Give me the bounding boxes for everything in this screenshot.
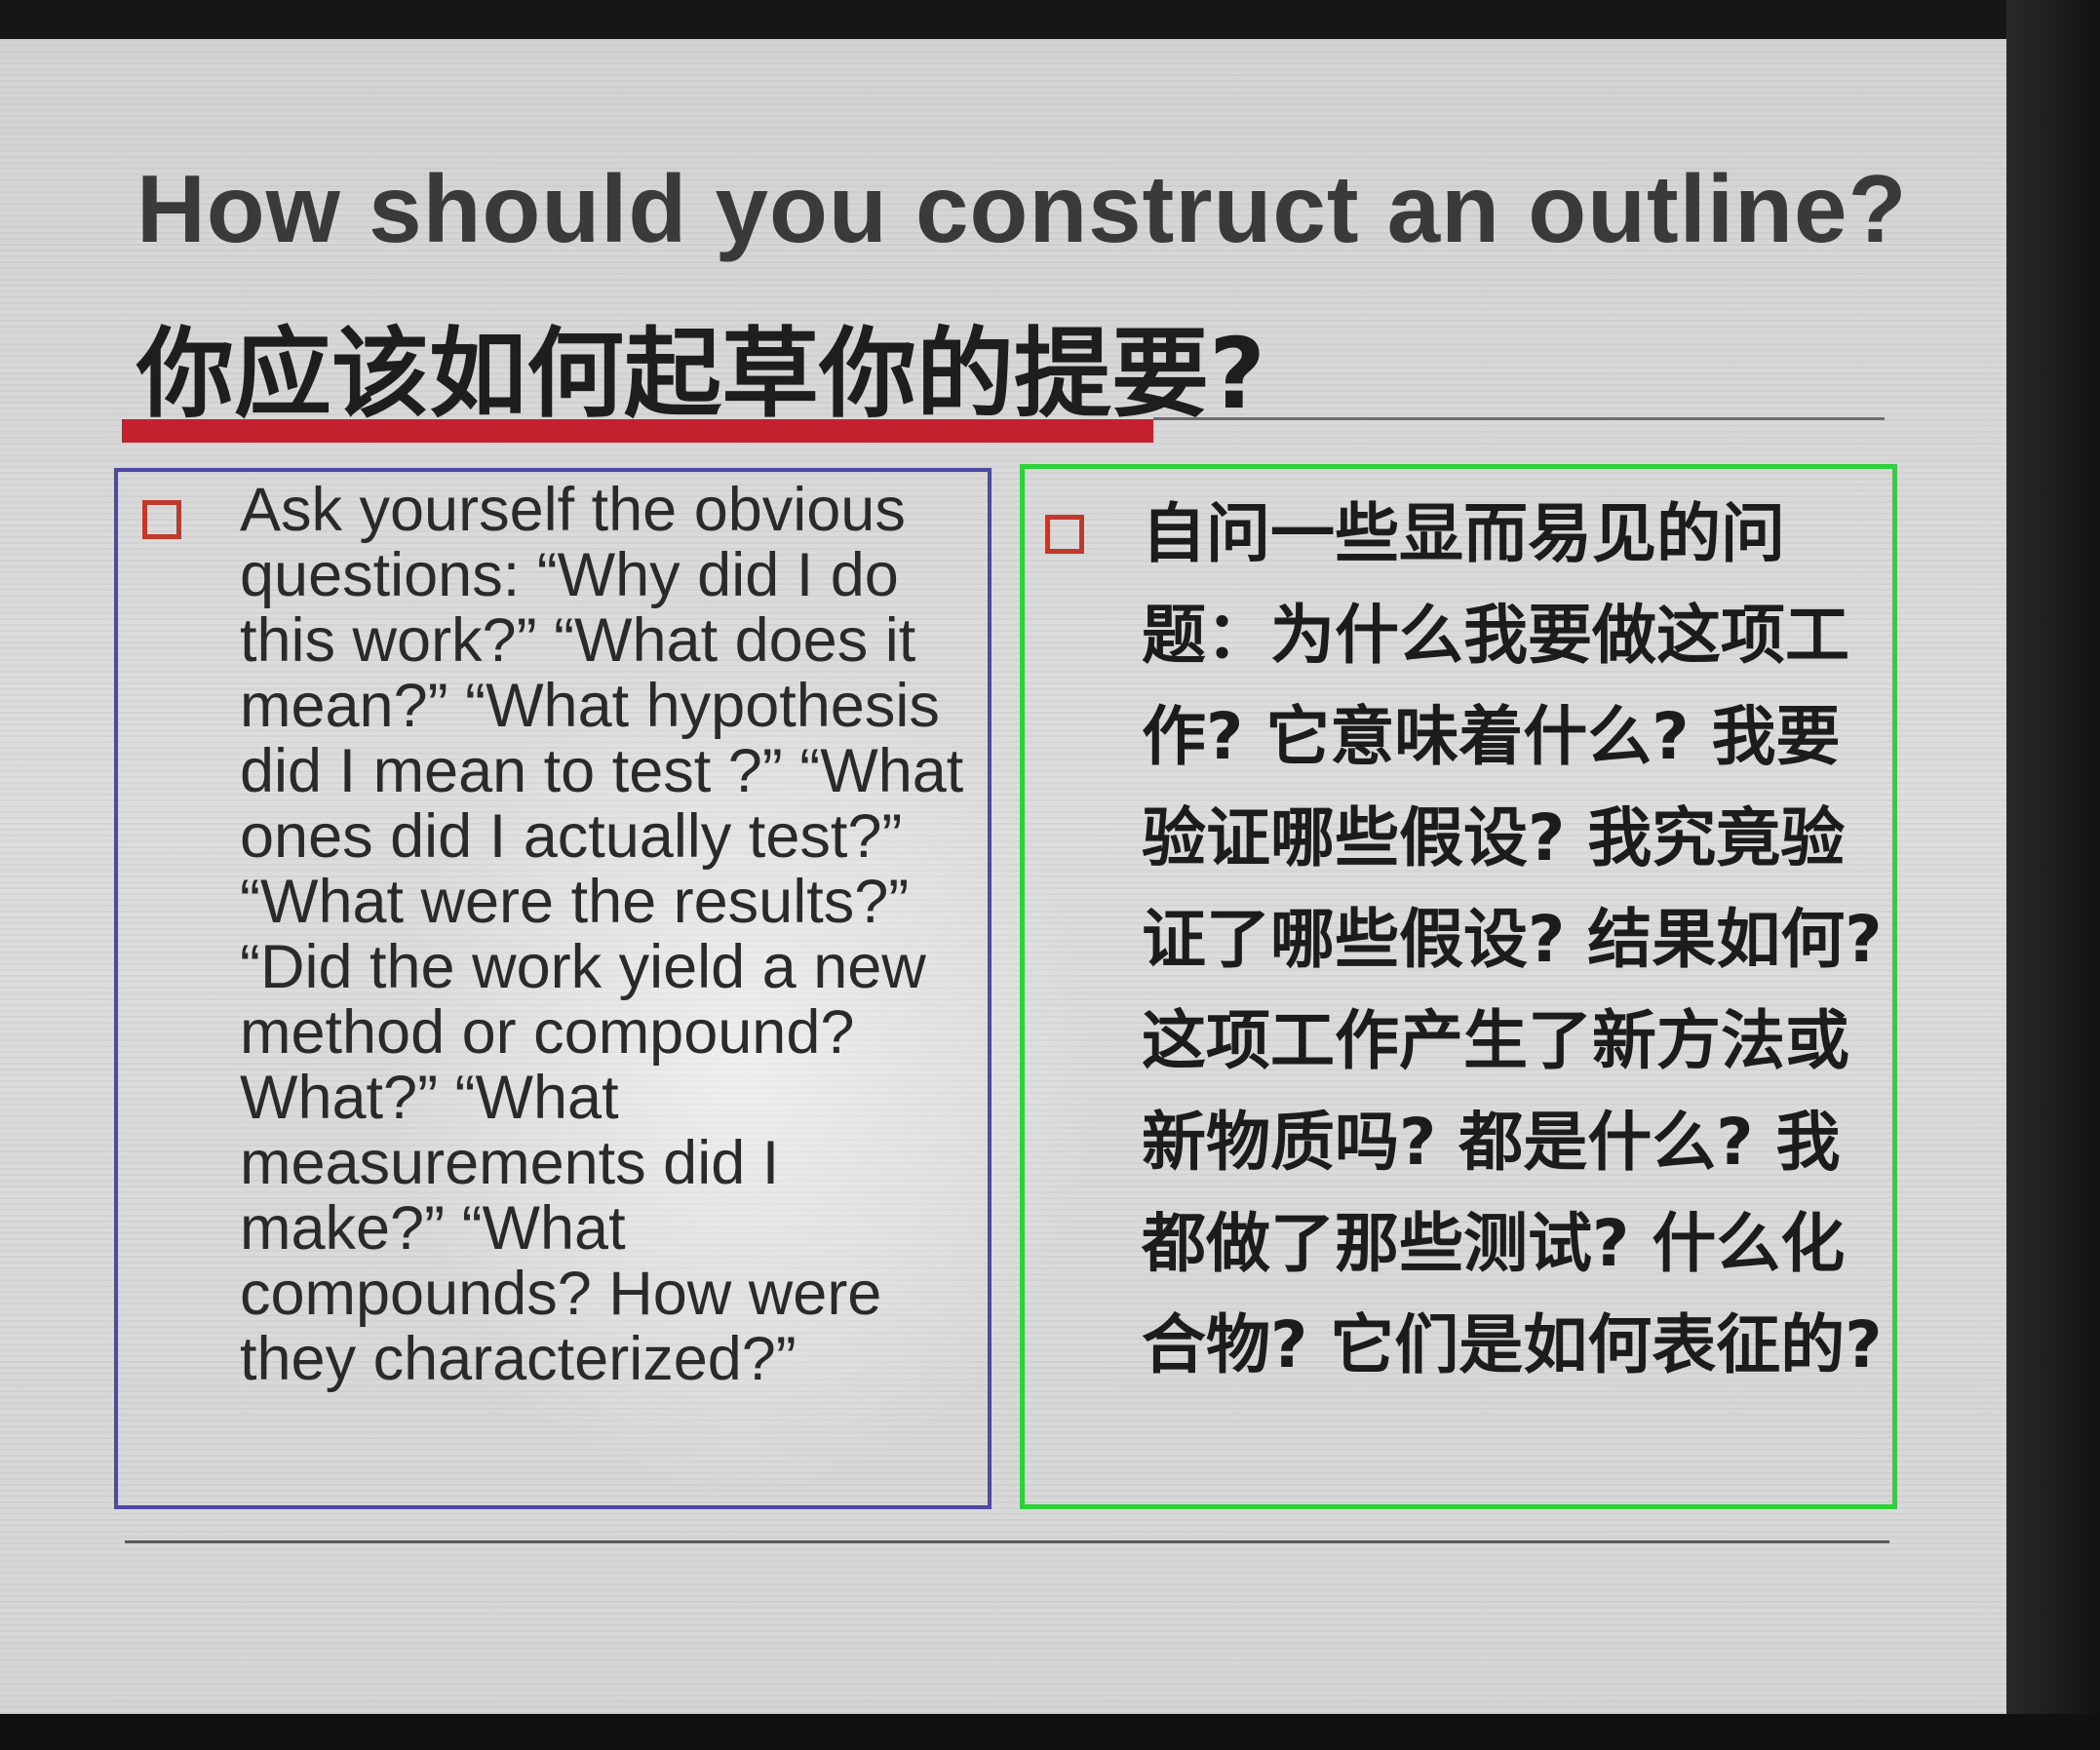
title-underline-gray bbox=[1153, 417, 1885, 420]
screen-right-frame bbox=[2006, 0, 2100, 1750]
english-questions-text: Ask yourself the obvious questions: “Why… bbox=[240, 476, 964, 1393]
screen-bottom-frame bbox=[0, 1714, 2100, 1750]
screen-top-frame bbox=[0, 0, 2100, 39]
presentation-slide: How should you construct an outline? 你应该… bbox=[0, 39, 2006, 1714]
chinese-questions-text: 自问一些显而易见的问题：为什么我要做这项工作? 它意味着什么? 我要验证哪些假设… bbox=[1142, 496, 1883, 1382]
title-underline-red bbox=[122, 419, 1153, 443]
square-bullet-icon bbox=[1045, 515, 1084, 554]
chinese-text-box: 自问一些显而易见的问题：为什么我要做这项工作? 它意味着什么? 我要验证哪些假设… bbox=[1020, 464, 1897, 1509]
slide-title-english: How should you construct an outline? bbox=[136, 155, 1908, 262]
english-text-box: Ask yourself the obvious questions: “Why… bbox=[114, 468, 992, 1509]
footer-divider bbox=[125, 1540, 1889, 1543]
square-bullet-icon bbox=[142, 500, 181, 539]
slide-title-chinese: 你应该如何起草你的提要? bbox=[136, 317, 1266, 431]
